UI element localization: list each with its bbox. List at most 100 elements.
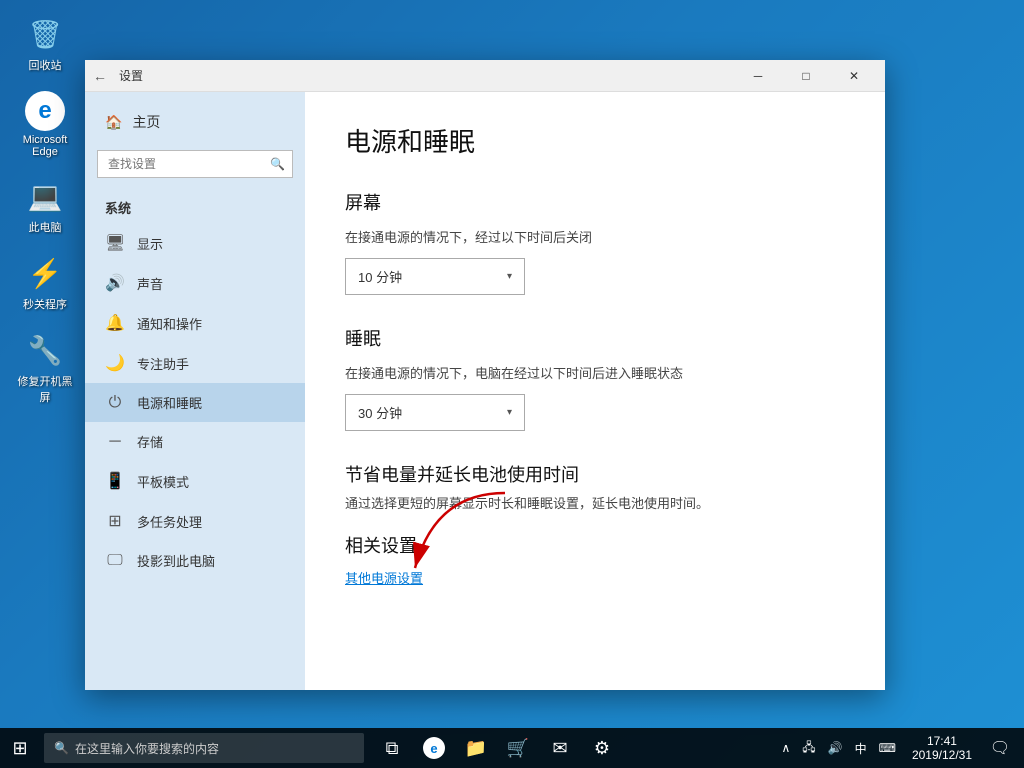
multitask-label: 多任务处理 — [137, 512, 202, 531]
power-icon: ⏻ — [105, 394, 125, 412]
shortcut-app-label: 秒关程序 — [23, 296, 67, 312]
title-bar: ← 设置 ─ □ ✕ — [85, 60, 885, 92]
sleep-dropdown[interactable]: 30 分钟 ▾ — [345, 394, 525, 431]
screen-dropdown[interactable]: 10 分钟 ▾ — [345, 258, 525, 295]
fix-blackscreen-image: 🔧 — [25, 330, 65, 370]
storage-label: 存储 — [137, 432, 163, 451]
taskbar-search-text: 在这里输入你要搜索的内容 — [75, 740, 219, 757]
ime-icon: ⌨ — [879, 741, 896, 755]
settings-window: ← 设置 ─ □ ✕ 🏠 主页 🔍 系统 — [85, 60, 885, 690]
display-label: 显示 — [137, 234, 163, 253]
sidebar-item-notifications[interactable]: 🔔 通知和操作 — [85, 303, 305, 343]
edge-image: e — [25, 91, 65, 131]
settings-icon: ⚙ — [594, 738, 610, 759]
red-arrow-annotation — [405, 488, 525, 578]
recycle-bin-icon[interactable]: 🗑 回收站 — [10, 10, 80, 77]
sidebar-item-multitask[interactable]: ⊞ 多任务处理 — [85, 501, 305, 541]
taskbar-item-settings[interactable]: ⚙ — [582, 728, 622, 768]
this-pc-label: 此电脑 — [29, 219, 62, 235]
clock-time: 17:41 — [927, 734, 957, 748]
taskbar-lang[interactable]: 中 — [851, 728, 871, 768]
focus-label: 专注助手 — [137, 354, 189, 373]
back-button[interactable]: ← — [93, 68, 107, 84]
close-button[interactable]: ✕ — [831, 60, 877, 92]
sleep-dropdown-value: 30 分钟 — [358, 403, 402, 422]
home-icon: 🏠 — [105, 114, 122, 131]
taskview-icon: ⧉ — [386, 738, 399, 759]
taskbar-item-taskview[interactable]: ⧉ — [372, 728, 412, 768]
notifications-label: 通知和操作 — [137, 314, 202, 333]
window-controls: ─ □ ✕ — [735, 60, 877, 92]
search-input[interactable] — [97, 150, 293, 178]
taskbar-item-edge[interactable]: e — [414, 728, 454, 768]
taskbar-network[interactable]: 🖧 — [798, 728, 819, 768]
project-icon: 🖵 — [105, 552, 125, 570]
sidebar-item-tablet[interactable]: 📱 平板模式 — [85, 461, 305, 501]
language-label: 中 — [855, 740, 867, 757]
sidebar-item-storage[interactable]: ─ 存储 — [85, 422, 305, 461]
taskbar-clock[interactable]: 17:41 2019/12/31 — [904, 728, 980, 768]
explorer-icon: 📁 — [465, 738, 487, 759]
edge-logo: e — [25, 91, 65, 131]
sleep-dropdown-arrow: ▾ — [507, 407, 512, 418]
taskbar-items: ⧉ e 📁 🛒 ✉ ⚙ — [372, 728, 622, 768]
notifications-icon: 🔔 — [105, 313, 125, 333]
edge-label: Microsoft Edge — [14, 134, 76, 158]
sidebar-item-project[interactable]: 🖵 投影到此电脑 — [85, 541, 305, 580]
tablet-label: 平板模式 — [137, 472, 189, 491]
sound-label: 声音 — [137, 274, 163, 293]
edge-icon[interactable]: e Microsoft Edge — [10, 87, 80, 162]
chevron-up-icon: ∧ — [781, 741, 790, 755]
sidebar-search-container: 🔍 — [97, 150, 293, 178]
minimize-button[interactable]: ─ — [735, 60, 781, 92]
screen-section-title: 屏幕 — [345, 189, 845, 215]
taskbar-item-mail[interactable]: ✉ — [540, 728, 580, 768]
display-icon: 🖥 — [105, 233, 125, 253]
fix-blackscreen-icon[interactable]: 🔧 修复开机黑屏 — [10, 326, 80, 409]
project-label: 投影到此电脑 — [137, 551, 215, 570]
taskbar-notification-center[interactable]: 🗨 — [984, 728, 1016, 768]
sidebar-item-sound[interactable]: 🔊 声音 — [85, 263, 305, 303]
arrow-container: 其他电源设置 — [345, 568, 845, 588]
maximize-button[interactable]: □ — [783, 60, 829, 92]
window-body: 🏠 主页 🔍 系统 🖥 显示 🔊 声音 🔔 — [85, 92, 885, 690]
window-title: 设置 — [119, 67, 735, 84]
start-icon: ⊞ — [12, 738, 27, 759]
taskbar-right: ∧ 🖧 🔊 中 ⌨ 17:41 2019/12/31 🗨 — [777, 728, 1024, 768]
clock-date: 2019/12/31 — [912, 748, 972, 762]
taskbar-search-icon: 🔍 — [54, 741, 69, 755]
taskbar-item-explorer[interactable]: 📁 — [456, 728, 496, 768]
screen-dropdown-arrow: ▾ — [507, 271, 512, 282]
sidebar: 🏠 主页 🔍 系统 🖥 显示 🔊 声音 🔔 — [85, 92, 305, 690]
volume-icon: 🔊 — [828, 741, 843, 755]
taskbar-volume[interactable]: 🔊 — [824, 728, 847, 768]
taskbar-ime[interactable]: ⌨ — [875, 728, 900, 768]
related-settings-section: 相关设置 其他电源设置 — [345, 532, 845, 588]
fix-blackscreen-label: 修复开机黑屏 — [14, 373, 76, 405]
taskbar-edge-icon: e — [423, 737, 445, 759]
sidebar-section-title: 系统 — [85, 186, 305, 223]
taskbar-search[interactable]: 🔍 在这里输入你要搜索的内容 — [44, 733, 364, 763]
sidebar-item-power[interactable]: ⏻ 电源和睡眠 — [85, 383, 305, 422]
search-icon: 🔍 — [270, 157, 285, 171]
shortcut-app-image: ⚡ — [25, 253, 65, 293]
taskbar-item-store[interactable]: 🛒 — [498, 728, 538, 768]
network-icon: 🖧 — [802, 738, 815, 759]
taskbar: ⊞ 🔍 在这里输入你要搜索的内容 ⧉ e 📁 🛒 ✉ ⚙ — [0, 728, 1024, 768]
multitask-icon: ⊞ — [105, 511, 125, 531]
sidebar-item-focus[interactable]: 🌙 专注助手 — [85, 343, 305, 383]
sound-icon: 🔊 — [105, 273, 125, 293]
taskbar-chevron[interactable]: ∧ — [777, 728, 794, 768]
this-pc-icon[interactable]: 💻 此电脑 — [10, 172, 80, 239]
screen-section-desc: 在接通电源的情况下，经过以下时间后关闭 — [345, 227, 845, 246]
mail-icon: ✉ — [552, 738, 567, 759]
sidebar-item-display[interactable]: 🖥 显示 — [85, 223, 305, 263]
shortcut-app-icon[interactable]: ⚡ 秒关程序 — [10, 249, 80, 316]
screen-dropdown-value: 10 分钟 — [358, 267, 402, 286]
start-button[interactable]: ⊞ — [0, 728, 40, 768]
recycle-bin-image: 🗑 — [25, 14, 65, 54]
sidebar-home-item[interactable]: 🏠 主页 — [85, 102, 305, 142]
this-pc-image: 💻 — [25, 176, 65, 216]
desktop: 🗑 回收站 e Microsoft Edge 💻 此电脑 ⚡ 秒关程序 🔧 修复… — [0, 0, 1024, 768]
sleep-section-desc: 在接通电源的情况下，电脑在经过以下时间后进入睡眠状态 — [345, 363, 845, 382]
